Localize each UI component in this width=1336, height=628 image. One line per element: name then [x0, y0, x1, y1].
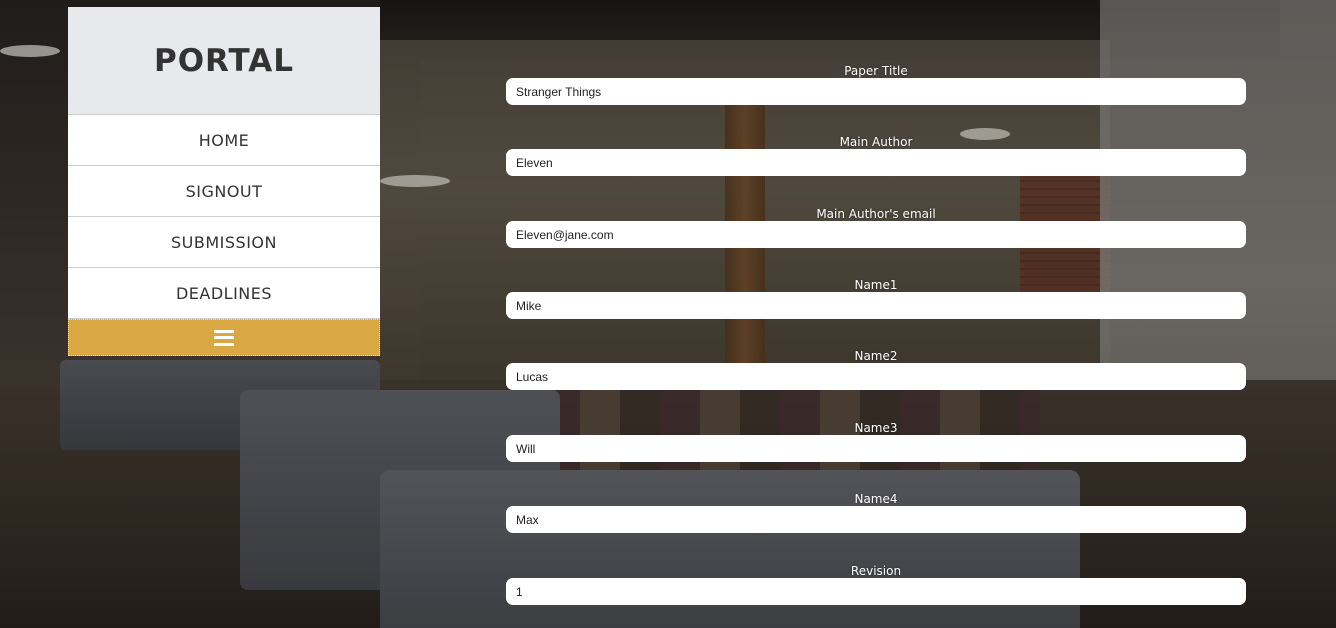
field-main-author: Main Author [506, 135, 1246, 176]
name1-input[interactable] [506, 292, 1246, 319]
field-name3: Name3 [506, 421, 1246, 462]
revision-input[interactable] [506, 578, 1246, 605]
nav-item-label: SIGNOUT [185, 181, 263, 201]
name4-input[interactable] [506, 506, 1246, 533]
field-main-author-email: Main Author's email [506, 207, 1246, 248]
field-name4: Name4 [506, 492, 1246, 533]
field-revision: Revision [506, 564, 1246, 605]
nav-item-home[interactable]: HOME [68, 115, 380, 166]
field-label: Name2 [854, 349, 898, 363]
nav-item-signout[interactable]: SIGNOUT [68, 166, 380, 217]
main-author-email-input[interactable] [506, 221, 1246, 248]
brand-title: PORTAL [153, 42, 295, 79]
field-label: Name1 [854, 278, 898, 292]
name2-input[interactable] [506, 363, 1246, 390]
menu-toggle-button[interactable] [68, 319, 380, 356]
field-name2: Name2 [506, 349, 1246, 390]
nav-item-label: SUBMISSION [171, 232, 277, 252]
field-name1: Name1 [506, 278, 1246, 319]
field-label: Paper Title [844, 64, 908, 78]
name3-input[interactable] [506, 435, 1246, 462]
main-author-input[interactable] [506, 149, 1246, 176]
nav-item-label: HOME [198, 130, 250, 150]
field-label: Main Author [839, 135, 913, 149]
brand-header: PORTAL [68, 7, 380, 115]
field-label: Main Author's email [816, 207, 936, 221]
hamburger-icon [214, 329, 234, 346]
field-label: Revision [850, 564, 902, 578]
paper-title-input[interactable] [506, 78, 1246, 105]
field-label: Name3 [854, 421, 898, 435]
nav-item-deadlines[interactable]: DEADLINES [68, 268, 380, 319]
sidebar-nav: PORTAL HOME SIGNOUT SUBMISSION DEADLINES [68, 7, 380, 356]
field-paper-title: Paper Title [506, 64, 1246, 105]
nav-item-label: DEADLINES [175, 283, 273, 303]
field-label: Name4 [854, 492, 898, 506]
nav-item-submission[interactable]: SUBMISSION [68, 217, 380, 268]
